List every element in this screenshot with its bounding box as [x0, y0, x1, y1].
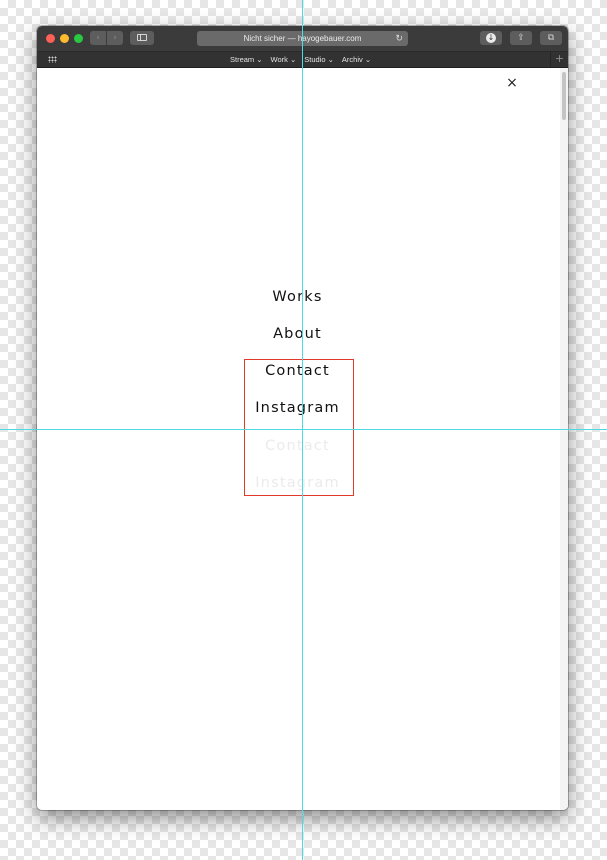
- favorite-archiv[interactable]: Archiv ⌄: [342, 52, 371, 67]
- back-icon[interactable]: ‹: [90, 31, 106, 45]
- favorites-grid-icon[interactable]: [48, 56, 57, 63]
- favorite-studio[interactable]: Studio ⌄: [304, 52, 334, 67]
- favorites-list: Stream ⌄ Work ⌄ Studio ⌄ Archiv ⌄: [230, 52, 371, 67]
- zoom-window-button[interactable]: [74, 34, 83, 43]
- favorite-stream[interactable]: Stream ⌄: [230, 52, 263, 67]
- tabs-overview-icon[interactable]: ⧉: [540, 31, 562, 45]
- share-icon[interactable]: ⇪: [510, 31, 532, 45]
- horizontal-guide-line: [0, 429, 607, 430]
- menu-item-about[interactable]: About: [37, 326, 558, 342]
- minimize-window-button[interactable]: [60, 34, 69, 43]
- close-menu-icon[interactable]: ×: [506, 76, 518, 90]
- vertical-guide-line: [302, 0, 303, 860]
- forward-icon[interactable]: ›: [107, 31, 123, 45]
- sidebar-icon: [137, 34, 147, 41]
- reload-icon[interactable]: ↻: [395, 31, 403, 46]
- highlight-box: [244, 359, 354, 496]
- favorite-work[interactable]: Work ⌄: [271, 52, 297, 67]
- sidebar-toggle-button[interactable]: [130, 31, 154, 45]
- close-window-button[interactable]: [46, 34, 55, 43]
- menu-item-works[interactable]: Works: [37, 289, 558, 305]
- new-tab-icon[interactable]: +: [550, 52, 568, 67]
- download-icon: ↓: [486, 33, 496, 43]
- scrollbar-thumb[interactable]: [562, 72, 566, 120]
- scrollbar[interactable]: [560, 68, 568, 810]
- downloads-button[interactable]: ↓: [480, 31, 502, 45]
